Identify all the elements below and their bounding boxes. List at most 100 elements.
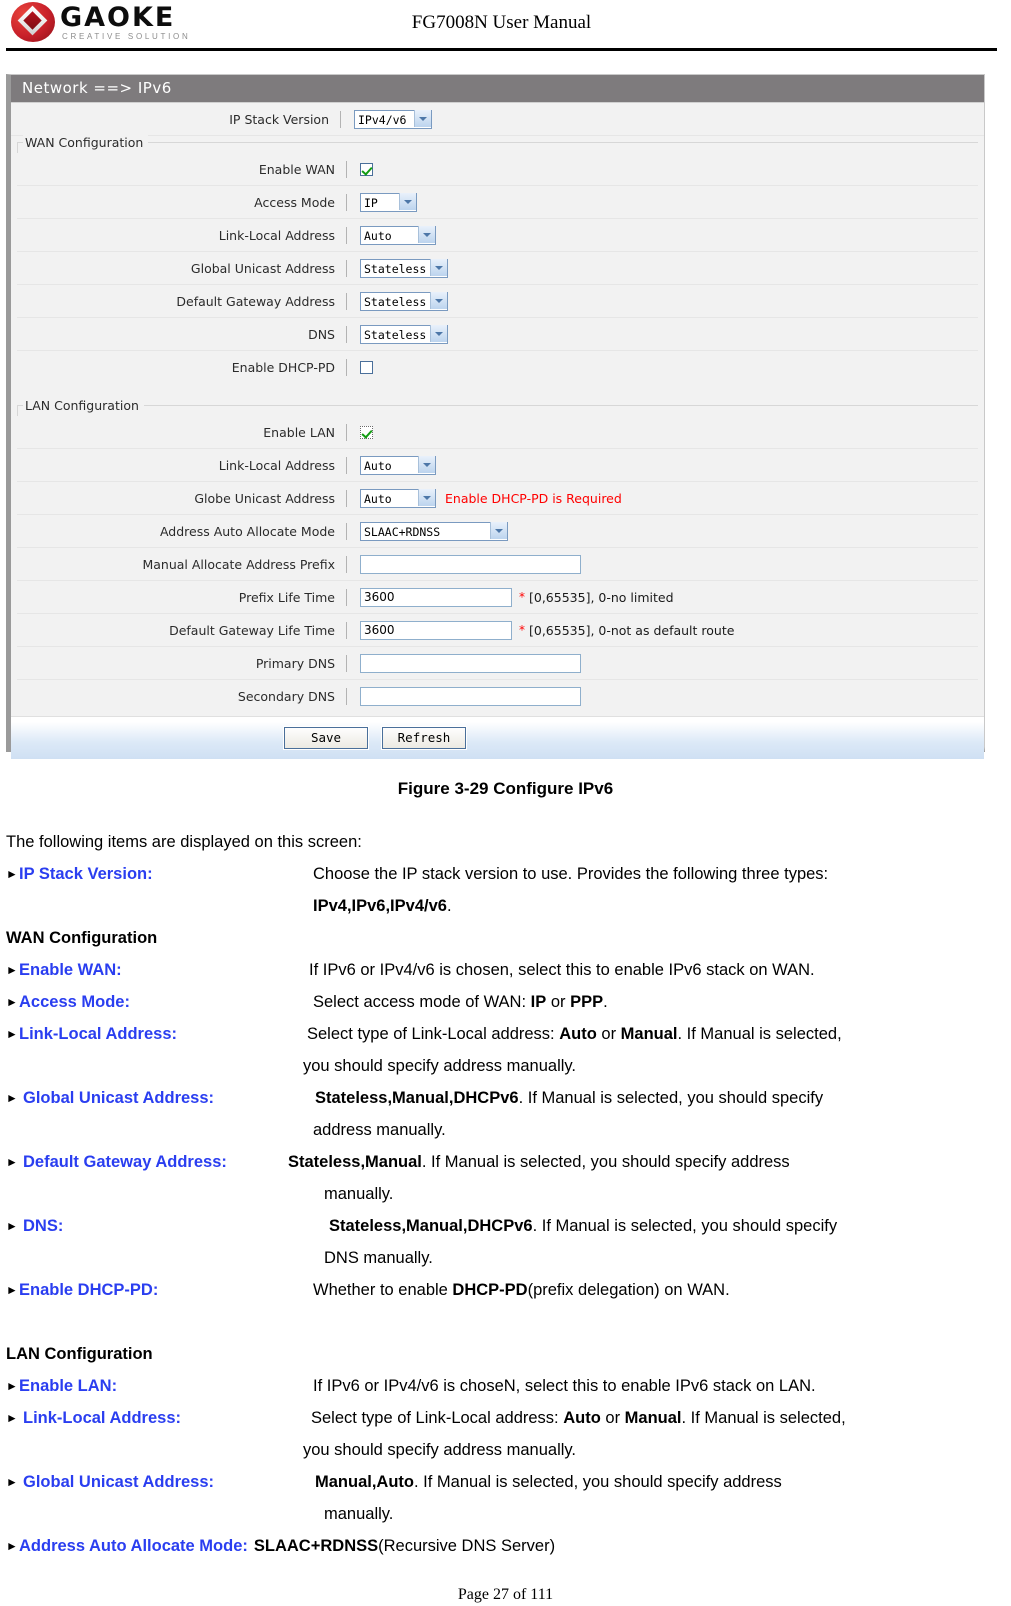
term-ip-stack-version: IP Stack Version:	[19, 865, 153, 883]
desc-wan-default-gateway-address: Stateless,Manual. If Manual is selected,…	[288, 1146, 1001, 1178]
item-enable-lan: ► Enable LAN: If IPv6 or IPv4/v6 is chos…	[6, 1370, 1001, 1402]
input-secondary-dns[interactable]	[360, 686, 581, 706]
heading-wan-configuration: WAN Configuration	[6, 929, 158, 947]
document-title: FG7008N User Manual	[411, 12, 592, 33]
desc-tail: . If Manual is selected, you should spec…	[518, 1089, 824, 1107]
label-ip-stack-version: IP Stack Version	[229, 111, 329, 127]
bullet-arrow-icon: ►	[6, 1155, 18, 1169]
label-wan-global-unicast-address: Global Unicast Address	[190, 260, 335, 276]
desc-bold-1: IP	[530, 993, 547, 1011]
item-lan-link-local-address-cont: you should specify address manually.	[303, 1441, 577, 1459]
hint-prefix-life-time: [0,65535], 0-no limited	[529, 589, 674, 605]
field-divider	[346, 489, 347, 507]
page-footer: Page 27 of 111	[457, 1586, 554, 1603]
input-primary-dns[interactable]	[360, 653, 581, 673]
term-lan-link-local-address: Link-Local Address:	[23, 1409, 181, 1427]
select-wan-default-gateway-address[interactable]: Stateless	[360, 292, 448, 312]
bullet-arrow-icon: ►	[6, 1475, 18, 1489]
desc-bold-1: Manual,Auto	[315, 1473, 414, 1491]
desc-address-auto-allocate-mode: SLAAC+RDNSS(Recursive DNS Server)	[248, 1530, 1001, 1562]
desc-bold-1: SLAAC+RDNSS	[253, 1537, 379, 1555]
field-divider	[346, 226, 347, 244]
desc-tail: . If Manual is selected, you should spec…	[532, 1217, 838, 1235]
input-manual-allocate-address-prefix[interactable]	[360, 554, 581, 574]
desc-pre: Whether to enable	[313, 1281, 453, 1299]
desc-mid: or	[596, 1025, 621, 1043]
desc-tail: .	[603, 993, 608, 1011]
select-wan-global-unicast-address[interactable]: Stateless	[360, 259, 448, 279]
desc-wan-link-local-address: Select type of Link-Local address: Auto …	[307, 1018, 1001, 1050]
desc-bold-1: DHCP-PD	[452, 1281, 528, 1299]
item-wan-global-unicast-address-cont: address manually.	[313, 1121, 446, 1139]
item-wan-global-unicast-address: ► Global Unicast Address: Stateless,Manu…	[6, 1082, 1001, 1114]
refresh-button[interactable]: Refresh	[381, 726, 467, 750]
desc-tail: . If Manual is selected, you should spec…	[421, 1153, 790, 1171]
item-wan-link-local-address-cont: you should specify address manually.	[303, 1057, 577, 1075]
select-access-mode[interactable]: IP	[360, 193, 417, 213]
field-divider	[346, 456, 347, 474]
field-divider	[346, 687, 347, 705]
desc-line: Choose the IP stack version to use. Prov…	[313, 865, 829, 883]
field-divider	[346, 358, 347, 376]
item-lan-link-local-address: ► Link-Local Address: Select type of Lin…	[6, 1402, 1001, 1434]
desc-bold-1: Auto	[559, 1025, 597, 1043]
select-wan-link-local-address[interactable]: Auto	[360, 226, 436, 246]
router-config-panel: Network ==> IPv6 IP Stack Version IPv4/v…	[6, 74, 985, 759]
select-wan-dns[interactable]: Stateless	[360, 325, 448, 345]
desc-bold-2: PPP	[570, 993, 604, 1011]
label-wan-default-gateway-address: Default Gateway Address	[176, 293, 335, 309]
item-wan-dns: ► DNS: Stateless,Manual,DHCPv6. If Manua…	[6, 1210, 1001, 1242]
label-secondary-dns: Secondary DNS	[237, 688, 335, 704]
row-wan-dns: DNS Stateless	[17, 318, 978, 351]
desc-mid: or	[546, 993, 571, 1011]
legend-wan-configuration: WAN Configuration	[23, 135, 149, 150]
label-lan-globe-unicast-address: Globe Unicast Address	[194, 490, 335, 506]
save-button[interactable]: Save	[283, 726, 369, 750]
desc-bold-2: Manual	[620, 1025, 678, 1043]
item-access-mode: ► Access Mode: Select access mode of WAN…	[6, 986, 1001, 1018]
label-lan-link-local-address: Link-Local Address	[218, 457, 335, 473]
item-lan-global-unicast-address-cont: manually.	[324, 1505, 394, 1523]
desc-lan-link-local-address: Select type of Link-Local address: Auto …	[311, 1402, 1001, 1434]
row-access-mode: Access Mode IP	[17, 186, 978, 219]
config-form: IP Stack Version IPv4/v6 WAN Configurati…	[11, 103, 984, 759]
select-lan-link-local-address[interactable]: Auto	[360, 456, 436, 476]
desc-bold-1: Stateless,Manual,DHCPv6	[329, 1217, 533, 1235]
desc-lan-global-unicast-address: Manual,Auto. If Manual is selected, you …	[315, 1466, 1001, 1498]
label-wan-link-local-address: Link-Local Address	[218, 227, 335, 243]
desc-mid: or	[600, 1409, 625, 1427]
desc-wan-global-unicast-address: Stateless,Manual,DHCPv6. If Manual is se…	[315, 1082, 1001, 1114]
select-lan-globe-unicast-address[interactable]: Auto	[360, 489, 436, 509]
bullet-arrow-icon: ►	[6, 1219, 18, 1233]
checkbox-enable-dhcp-pd[interactable]	[360, 360, 373, 374]
label-enable-dhcp-pd: Enable DHCP-PD	[231, 359, 335, 375]
checkbox-enable-wan[interactable]	[360, 162, 373, 176]
input-default-gateway-life-time[interactable]	[360, 620, 512, 640]
bullet-arrow-icon: ►	[6, 1379, 18, 1393]
row-default-gateway-life-time: Default Gateway Life Time * [0,65535], 0…	[17, 614, 978, 647]
field-divider	[346, 555, 347, 573]
field-divider	[346, 654, 347, 672]
item-wan-link-local-address: ► Link-Local Address: Select type of Lin…	[6, 1018, 1001, 1050]
item-wan-default-gateway-address-cont: manually.	[324, 1185, 394, 1203]
select-ip-stack-version[interactable]: IPv4/v6	[354, 110, 432, 130]
legend-lan-configuration: LAN Configuration	[23, 398, 144, 413]
desc-bold-2: Manual	[624, 1409, 682, 1427]
bullet-arrow-icon: ►	[6, 1411, 18, 1425]
input-prefix-life-time[interactable]	[360, 587, 512, 607]
checkbox-enable-lan[interactable]	[360, 425, 373, 439]
heading-lan-configuration: LAN Configuration	[6, 1345, 153, 1363]
field-divider	[340, 110, 341, 128]
label-enable-lan: Enable LAN	[263, 424, 335, 440]
select-address-auto-allocate-mode[interactable]: SLAAC+RDNSS	[360, 522, 508, 542]
term-lan-global-unicast-address: Global Unicast Address:	[23, 1473, 215, 1491]
term-wan-default-gateway-address: Default Gateway Address:	[23, 1153, 227, 1171]
desc-tail: . If Manual is selected,	[681, 1409, 846, 1427]
desc-tail: (prefix delegation) on WAN.	[527, 1281, 730, 1299]
group-lan-configuration: LAN Configuration Enable LAN Link-Local …	[17, 398, 978, 712]
item-wan-default-gateway-address: ► Default Gateway Address: Stateless,Man…	[6, 1146, 1001, 1178]
desc-pre: Select type of Link-Local address:	[311, 1409, 564, 1427]
term-wan-dns: DNS:	[23, 1217, 64, 1235]
row-enable-wan: Enable WAN	[17, 153, 978, 186]
